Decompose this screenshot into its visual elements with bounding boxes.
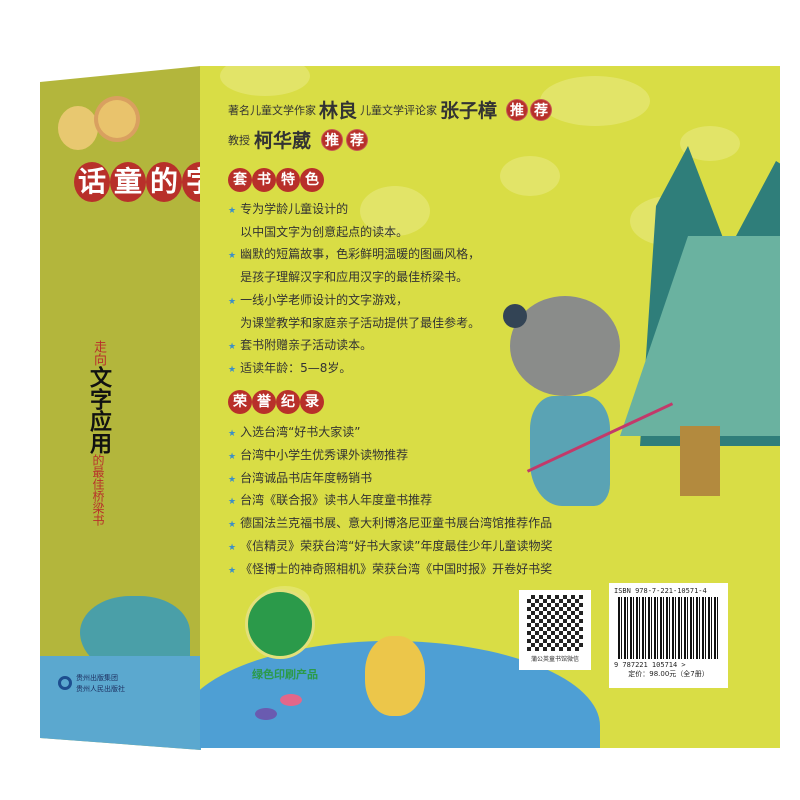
feature-item: ★是孩子理解汉字和应用汉字的最佳桥梁书。 (240, 270, 469, 285)
tree-illustration (620, 236, 780, 436)
green-printing-label: 绿色印刷产品 (252, 668, 318, 681)
recommenders-line2: 教授 柯华葳 推荐 (228, 126, 369, 153)
honor-item: ★ 《怪博士的神奇照相机》荣获台湾《中国时报》开卷好书奖 (228, 561, 553, 576)
spine-title: 字 的 童 话 (74, 162, 201, 204)
green-printing-logo (245, 589, 315, 659)
spine-subtitle: 走向文字应用的最佳桥梁书 (86, 340, 111, 526)
feature-item: ★为课堂教学和家庭亲子活动提供了最佳参考。 (240, 315, 481, 330)
feature-item: ★以中国文字为创意起点的读本。 (240, 224, 409, 239)
qr-caption: 蒲公英童书馆微信 (530, 656, 579, 663)
feature-item: ★ 套书附赠亲子活动读本。 (228, 338, 373, 353)
honor-item: ★ 《信精灵》荣获台湾“好书大家读”年度最佳少年儿童读物奖 (228, 539, 553, 553)
feature-item: ★ 一线小学老师设计的文字游戏， (228, 292, 409, 307)
recommenders-line1: 著名儿童文学作家 林良 儿童文学评论家 张子樟 推荐 (228, 96, 553, 123)
star-icon: ★ (228, 451, 237, 462)
recommend-badge: 荐 (530, 98, 553, 121)
star-icon: ★ (228, 520, 237, 531)
price: 定价：98.00元（全7册） (628, 670, 709, 678)
star-icon: ★ (228, 364, 237, 375)
honor-item: ★ 德国法兰克福书展、意大利博洛尼亚童书展台湾馆推荐作品 (228, 516, 553, 531)
honor-item: ★ 台湾《联合报》读书人年度童书推荐 (228, 493, 433, 508)
star-icon: ★ (228, 206, 237, 216)
publisher-line1: 贵州出版集团 (76, 674, 118, 682)
wolf-head-illustration (510, 296, 620, 396)
star-icon: ★ (228, 543, 237, 553)
barcode (618, 597, 719, 659)
qr-code-box: 蒲公英童书馆微信 (519, 590, 591, 670)
publisher-line2: 贵州人民出版社 (76, 685, 125, 693)
star-icon: ★ (228, 342, 237, 353)
star-icon: ★ (228, 296, 237, 307)
qr-code (527, 595, 583, 651)
feature-item: ★ 适读年龄：5—8岁。 (228, 360, 352, 375)
tree-trunk (680, 426, 720, 496)
recommend-badge: 荐 (346, 128, 369, 151)
star-icon: ★ (228, 429, 237, 439)
star-icon: ★ (228, 251, 237, 262)
duck-illustration (365, 636, 425, 716)
recommend-badge: 推 (321, 128, 344, 151)
sun-moon-illustration (58, 106, 98, 150)
feature-item: ★ 幽默的短篇故事，色彩鲜明温暖的图画风格， (228, 247, 481, 262)
isbn-digits: 9 787221 105714 > (614, 661, 686, 669)
publisher-logo (58, 676, 72, 690)
water-illustration (40, 656, 201, 750)
wolf-nose (503, 304, 527, 328)
features-heading: 套书特色 (228, 168, 324, 192)
honors-heading: 荣誉纪录 (228, 390, 324, 414)
fish-icon (255, 708, 277, 720)
box-spine: 字 的 童 话 走向文字应用的最佳桥梁书 贵州出版集团 贵州人民出版社 (40, 66, 201, 750)
isbn-barcode-box: ISBN 978-7-221-10571-4 9 787221 105714 >… (609, 583, 728, 688)
star-icon: ★ (228, 474, 237, 485)
recommend-badge: 推 (506, 98, 529, 121)
honor-item: ★ 台湾中小学生优秀课外读物推荐 (228, 447, 409, 462)
isbn-label: ISBN 978-7-221-10571-4 (614, 587, 707, 595)
box-back-cover: 著名儿童文学作家 林良 儿童文学评论家 张子樟 推荐 教授 柯华葳 推荐 套书特… (200, 66, 780, 748)
sun-illustration (98, 100, 136, 138)
honor-item: ★ 入选台湾“好书大家读” (228, 425, 361, 439)
star-icon: ★ (228, 565, 237, 576)
star-icon: ★ (228, 497, 237, 508)
feature-item: ★ 专为学龄儿童设计的 (228, 202, 349, 216)
fish-icon (280, 694, 302, 706)
honor-item: ★ 台湾诚品书店年度畅销书 (228, 470, 373, 485)
